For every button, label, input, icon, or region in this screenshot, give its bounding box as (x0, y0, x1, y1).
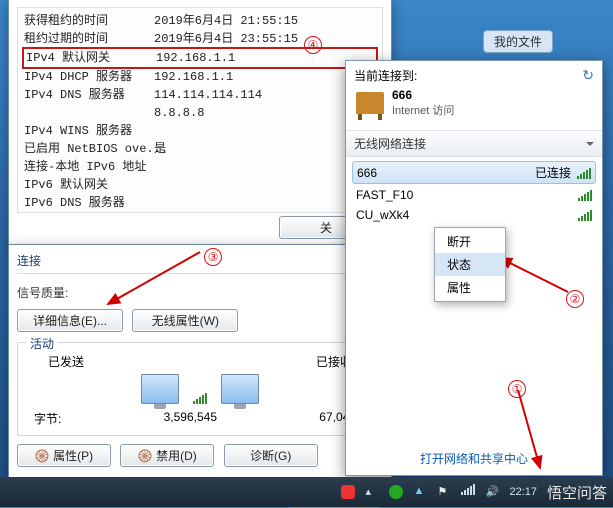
detail-row: IPv6 DNS 服务器 (24, 194, 376, 212)
detail-key: 租约过期的时间 (24, 31, 154, 48)
network-item-status: 已连接 (535, 164, 571, 181)
detail-row: 已启用 NetBIOS ove...是 (24, 140, 376, 158)
activity-group: 活动 已发送 已接收 字节: 3,596,545 67,044,0 (17, 342, 383, 436)
tray-wechat-icon[interactable] (389, 485, 403, 499)
connection-legend: 连接 (17, 252, 383, 274)
detail-key: IPv4 DHCP 服务器 (24, 69, 154, 86)
detail-row: 8.8.8.8 (24, 104, 376, 122)
detail-row: IPv4 DHCP 服务器192.168.1.1 (24, 68, 376, 86)
detail-value: 192.168.1.1 (156, 51, 235, 65)
wireless-properties-button[interactable]: 无线属性(W) (132, 309, 238, 332)
refresh-icon[interactable]: ↻ (582, 67, 594, 84)
detail-key: 获得租约的时间 (24, 13, 154, 30)
open-network-center-link[interactable]: 打开网络和共享中心 (346, 442, 602, 467)
signal-bars-icon (578, 189, 592, 201)
network-flyout: 当前连接到: ↻ 666 Internet 访问 无线网络连接 666 已连接 … (345, 60, 603, 476)
tray-flag-icon[interactable]: ⚑ (437, 485, 451, 499)
taskbar-clock[interactable]: 22:17 (509, 486, 537, 498)
detail-row: IPv4 DNS 服务器114.114.114.114 (24, 86, 376, 104)
detail-value: 192.168.1.1 (154, 70, 233, 84)
network-item-name: CU_wXk4 (356, 208, 409, 222)
detail-row: IPv4 WINS 服务器 (24, 122, 376, 140)
ctx-state[interactable]: 状态 (435, 253, 505, 276)
network-item[interactable]: FAST_F10 (354, 185, 594, 205)
tray-up-icon[interactable]: ▴ (365, 485, 379, 499)
sent-label: 已发送 (48, 353, 84, 370)
current-ssid: 666 (392, 88, 454, 102)
detail-value: 114.114.114.114 (154, 88, 262, 102)
detail-key: IPv6 DNS 服务器 (24, 195, 154, 212)
activity-signal-icon (193, 388, 207, 404)
current-access: Internet 访问 (392, 102, 454, 118)
tray-volume-icon[interactable]: 🔊 (485, 485, 499, 499)
bytes-label: 字节: (34, 410, 61, 427)
bench-icon (356, 92, 384, 114)
detail-value: 2019年6月4日 21:55:15 (154, 14, 298, 28)
disable-button-label: 禁用(D) (156, 449, 197, 463)
wireless-section-label: 无线网络连接 (354, 135, 426, 152)
detail-key: IPv4 WINS 服务器 (24, 123, 154, 140)
network-item-name: FAST_F10 (356, 188, 413, 202)
tray-shield-icon[interactable]: ▲ (413, 485, 427, 499)
detail-key: IPv4 默认网关 (26, 50, 156, 67)
network-item-name: 666 (357, 166, 377, 180)
detail-value: 8.8.8.8 (154, 106, 204, 120)
network-details-list: 获得租约的时间2019年6月4日 21:55:15租约过期的时间2019年6月4… (17, 7, 383, 213)
diagnose-button[interactable]: 诊断(G) (224, 444, 318, 467)
properties-button-label: 属性(P) (53, 449, 93, 463)
activity-monitors-icon (28, 374, 372, 404)
detail-key: IPv6 默认网关 (24, 177, 154, 194)
detail-row: IPv4 默认网关192.168.1.1 (22, 47, 378, 69)
wireless-section-bar[interactable]: 无线网络连接 (346, 130, 602, 157)
wlan-status-window: 连接 信号质量: 详细信息(E)... 无线属性(W) 活动 已发送 已接收 字… (8, 244, 392, 485)
ctx-disconnect[interactable]: 断开 (435, 230, 505, 253)
detail-key: IPv4 DNS 服务器 (24, 87, 154, 104)
ctx-properties[interactable]: 属性 (435, 276, 505, 299)
disable-button[interactable]: 🛞 禁用(D) (120, 444, 214, 467)
network-item[interactable]: 666 已连接 (352, 161, 596, 184)
activity-legend: 活动 (26, 335, 58, 352)
detail-row: IPv6 默认网关 (24, 176, 376, 194)
network-item[interactable]: CU_wXk4 (354, 205, 594, 225)
tray-sogou-icon[interactable] (341, 485, 355, 499)
network-context-menu: 断开 状态 属性 (434, 227, 506, 302)
detail-key: 连接-本地 IPv6 地址 (24, 159, 154, 176)
my-files-label: 我的文件 (494, 35, 542, 49)
signal-quality-label: 信号质量: (17, 284, 68, 301)
detail-row: 连接-本地 IPv6 地址 (24, 158, 376, 176)
tray-network-icon[interactable] (461, 485, 475, 499)
properties-button[interactable]: 🛞 属性(P) (17, 444, 111, 467)
detail-key: 已启用 NetBIOS ove... (24, 141, 154, 158)
detail-row: 租约过期的时间2019年6月4日 23:55:15 (24, 30, 376, 48)
flyout-header: 当前连接到: (354, 67, 417, 84)
detail-row: 获得租约的时间2019年6月4日 21:55:15 (24, 12, 376, 30)
network-details-window: 获得租约的时间2019年6月4日 21:55:15租约过期的时间2019年6月4… (8, 0, 392, 248)
watermark: 悟空问答 (547, 482, 607, 503)
signal-bars-icon (577, 167, 591, 179)
chevron-up-icon (586, 142, 594, 150)
detail-value: 2019年6月4日 23:55:15 (154, 32, 298, 46)
taskbar: ▴ ▲ ⚑ 🔊 22:17 悟空问答 (0, 477, 613, 507)
detail-value: 是 (154, 142, 166, 156)
signal-bars-icon (578, 209, 592, 221)
bytes-sent-value: 3,596,545 (164, 410, 217, 427)
diagnose-button-label: 诊断(G) (250, 449, 291, 463)
details-button[interactable]: 详细信息(E)... (17, 309, 123, 332)
my-files-pill[interactable]: 我的文件 (483, 30, 553, 53)
